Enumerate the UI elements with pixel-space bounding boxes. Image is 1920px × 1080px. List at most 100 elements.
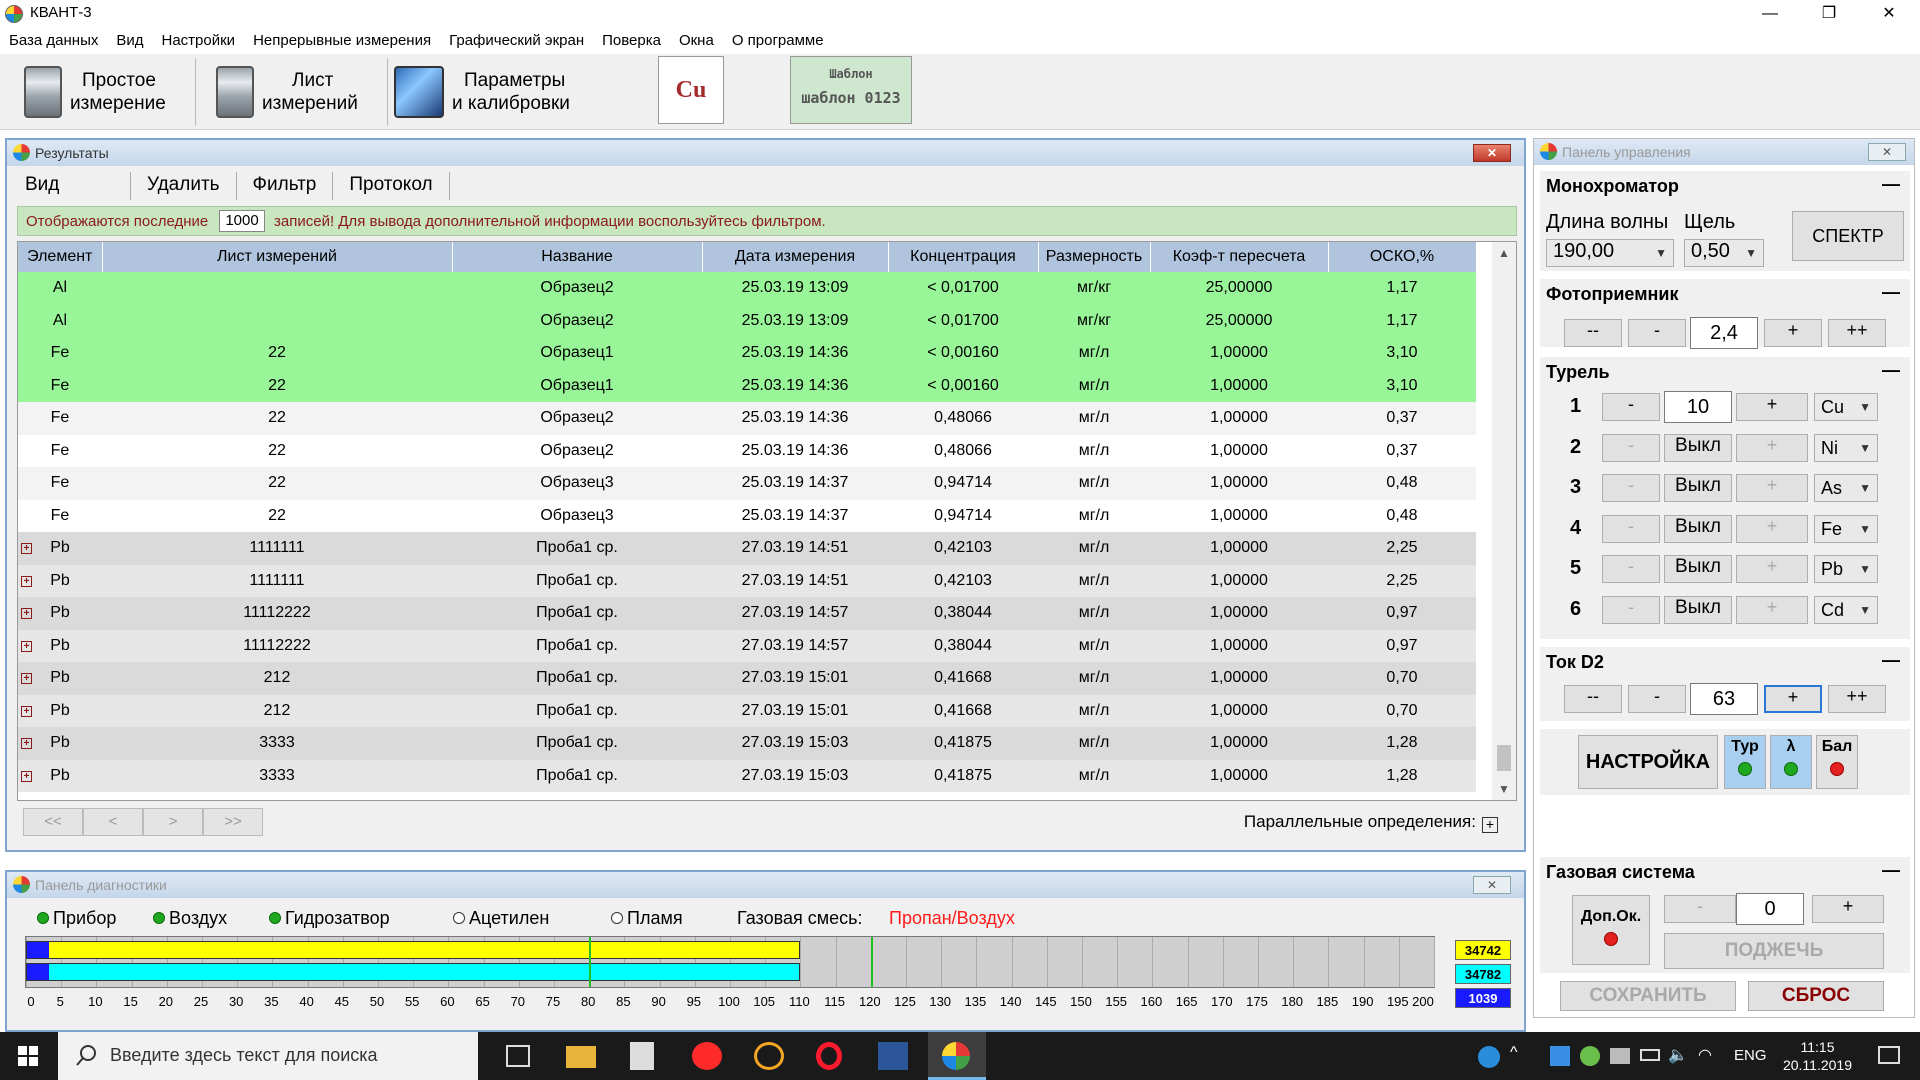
word-icon[interactable] bbox=[878, 1042, 908, 1070]
calculator-icon[interactable] bbox=[630, 1042, 654, 1070]
d2-decrease-button[interactable]: - bbox=[1628, 685, 1686, 713]
turret-increase-button[interactable]: + bbox=[1736, 474, 1808, 502]
turret-decrease-button[interactable]: - bbox=[1602, 514, 1660, 543]
pager-first-button[interactable]: << bbox=[23, 808, 83, 836]
photo-decrease-more-button[interactable]: -- bbox=[1564, 319, 1622, 347]
turret-value[interactable]: Выкл bbox=[1664, 595, 1732, 624]
close-window-button[interactable]: ✕ bbox=[1866, 0, 1912, 28]
diagnostics-close-button[interactable]: ✕ bbox=[1473, 876, 1511, 894]
turret-element-select[interactable]: Cu ▼ bbox=[1814, 393, 1878, 421]
pager-next-button[interactable]: > bbox=[143, 808, 203, 836]
turret-increase-button[interactable]: + bbox=[1736, 514, 1808, 543]
table-row[interactable]: Fe 22 Образец1 25.03.19 14:36 < 0,00160 мг/л 1… bbox=[18, 369, 1476, 402]
photo-collapse[interactable]: — bbox=[1882, 282, 1900, 303]
expand-row-icon[interactable]: + bbox=[21, 543, 32, 555]
records-count-input[interactable]: 1000 bbox=[219, 210, 265, 232]
gas-value[interactable]: 0 bbox=[1736, 893, 1804, 925]
wifi-icon[interactable]: ◠ bbox=[1698, 1045, 1712, 1065]
column-header[interactable]: Дата измерения bbox=[702, 242, 889, 272]
photo-decrease-button[interactable]: - bbox=[1628, 319, 1686, 347]
column-header[interactable]: Лист измерений bbox=[102, 242, 453, 272]
yandex-browser-icon[interactable] bbox=[692, 1042, 722, 1070]
taskbar-search[interactable]: Введите здесь текст для поиска bbox=[58, 1032, 478, 1080]
turret-value[interactable]: Выкл bbox=[1664, 433, 1732, 462]
turret-increase-button[interactable]: + bbox=[1736, 595, 1808, 624]
opera-icon[interactable] bbox=[816, 1042, 842, 1070]
scroll-down-icon[interactable]: ▼ bbox=[1498, 782, 1510, 796]
gas-increase-button[interactable]: + bbox=[1812, 895, 1884, 923]
tray-chevron-icon[interactable]: ^ bbox=[1510, 1044, 1518, 1062]
turret-value[interactable]: 10 bbox=[1664, 391, 1732, 423]
d2-collapse[interactable]: — bbox=[1882, 650, 1900, 671]
tray-app-icon[interactable] bbox=[1550, 1046, 1570, 1066]
column-header[interactable]: Размерность bbox=[1038, 242, 1151, 272]
turret-increase-button[interactable]: + bbox=[1736, 433, 1808, 462]
ignite-button[interactable]: ПОДЖЕЧЬ bbox=[1664, 933, 1884, 969]
photo-increase-more-button[interactable]: ++ bbox=[1828, 319, 1886, 347]
turret-decrease-button[interactable]: - bbox=[1602, 393, 1660, 421]
menu-verification[interactable]: Поверка bbox=[602, 29, 661, 49]
menu-windows[interactable]: Окна bbox=[679, 29, 714, 49]
results-menu-delete[interactable]: Удалить bbox=[131, 172, 237, 200]
table-row[interactable]: + Pb 1111111 Проба1 ср. 27.03.19 14:51 0,4210… bbox=[18, 532, 1476, 565]
scroll-thumb[interactable] bbox=[1497, 745, 1511, 771]
turret-decrease-button[interactable]: - bbox=[1602, 555, 1660, 583]
pager-prev-button[interactable]: < bbox=[83, 808, 143, 836]
save-button[interactable]: СОХРАНИТЬ bbox=[1560, 981, 1736, 1011]
gas-collapse[interactable]: — bbox=[1882, 860, 1900, 881]
clock[interactable]: 11:15 20.11.2019 bbox=[1783, 1038, 1852, 1074]
language-indicator[interactable]: ENG bbox=[1734, 1047, 1767, 1064]
expand-row-icon[interactable]: + bbox=[21, 673, 32, 685]
simple-measurement-button[interactable]: Простое измерение bbox=[6, 58, 196, 126]
results-close-button[interactable]: ✕ bbox=[1473, 144, 1511, 162]
photo-increase-button[interactable]: + bbox=[1764, 319, 1822, 347]
expand-row-icon[interactable]: + bbox=[21, 738, 32, 750]
measurement-sheet-button[interactable]: Лист измерений bbox=[198, 58, 388, 126]
control-close-button[interactable]: ✕ bbox=[1868, 143, 1906, 161]
turret-value[interactable]: Выкл bbox=[1664, 474, 1732, 502]
table-row[interactable]: + Pb 212 Проба1 ср. 27.03.19 15:01 0,41668 мг/… bbox=[18, 662, 1476, 695]
table-row[interactable]: Fe 22 Образец1 25.03.19 14:36 < 0,00160 мг/л 1… bbox=[18, 337, 1476, 370]
table-row[interactable]: Fe 22 Образец2 25.03.19 14:36 0,48066 мг/л 1,0… bbox=[18, 434, 1476, 467]
menu-graphic[interactable]: Графический экран bbox=[449, 29, 584, 49]
turret-element-select[interactable]: Pb ▼ bbox=[1814, 555, 1878, 583]
minimize-button[interactable]: — bbox=[1747, 0, 1793, 28]
table-row[interactable]: + Pb 11112222 Проба1 ср. 27.03.19 14:57 0,380… bbox=[18, 597, 1476, 630]
help-icon[interactable] bbox=[1478, 1046, 1500, 1068]
table-row[interactable]: + Pb 212 Проба1 ср. 27.03.19 15:01 0,41668 мг/… bbox=[18, 694, 1476, 727]
d2-increase-more-button[interactable]: ++ bbox=[1828, 685, 1886, 713]
column-header[interactable]: Элемент bbox=[18, 242, 103, 272]
menu-about[interactable]: О программе bbox=[732, 29, 824, 49]
wavelength-select[interactable]: 190,00 ▼ bbox=[1546, 239, 1674, 267]
parallel-expand-button[interactable]: + bbox=[1482, 817, 1498, 833]
menu-database[interactable]: База данных bbox=[9, 29, 98, 49]
turret-element-select[interactable]: Ni ▼ bbox=[1814, 433, 1878, 462]
expand-row-icon[interactable]: + bbox=[21, 705, 32, 717]
maximize-button[interactable]: ❐ bbox=[1806, 0, 1852, 28]
turret-element-select[interactable]: Fe ▼ bbox=[1814, 514, 1878, 543]
column-header[interactable]: Коэф-т пересчета bbox=[1150, 242, 1329, 272]
turret-value[interactable]: Выкл bbox=[1664, 555, 1732, 583]
turret-decrease-button[interactable]: - bbox=[1602, 595, 1660, 624]
table-row[interactable]: Fe 22 Образец3 25.03.19 14:37 0,94714 мг/л 1,0… bbox=[18, 467, 1476, 500]
menu-settings[interactable]: Настройки bbox=[162, 29, 236, 49]
reset-button[interactable]: СБРОС bbox=[1748, 981, 1884, 1011]
table-row[interactable]: + Pb 3333 Проба1 ср. 27.03.19 15:03 0,41875 мг… bbox=[18, 759, 1476, 792]
table-row[interactable]: Fe 22 Образец3 25.03.19 14:37 0,94714 мг/л 1,0… bbox=[18, 499, 1476, 532]
file-explorer-icon[interactable] bbox=[566, 1046, 596, 1068]
results-menu-protocol[interactable]: Протокол bbox=[333, 172, 450, 200]
balance-toggle[interactable]: Бал bbox=[1816, 735, 1858, 789]
slit-select[interactable]: 0,50 ▼ bbox=[1684, 239, 1764, 267]
expand-row-icon[interactable]: + bbox=[21, 770, 32, 782]
results-scrollbar[interactable]: ▲ ▼ bbox=[1492, 242, 1516, 800]
menu-view[interactable]: Вид bbox=[116, 29, 143, 49]
turret-collapse[interactable]: — bbox=[1882, 360, 1900, 381]
task-view-icon[interactable] bbox=[506, 1045, 530, 1067]
column-header[interactable]: ОСКО,% bbox=[1328, 242, 1477, 272]
params-calibration-button[interactable]: Параметры и калибровки bbox=[390, 58, 610, 126]
table-row[interactable]: Fe 22 Образец2 25.03.19 14:36 0,48066 мг/л 1,0… bbox=[18, 402, 1476, 435]
table-row[interactable]: + Pb 3333 Проба1 ср. 27.03.19 15:03 0,41875 мг… bbox=[18, 727, 1476, 760]
gas-decrease-button[interactable]: - bbox=[1664, 895, 1736, 923]
turret-increase-button[interactable]: + bbox=[1736, 555, 1808, 583]
tray-app2-icon[interactable] bbox=[1580, 1046, 1600, 1066]
